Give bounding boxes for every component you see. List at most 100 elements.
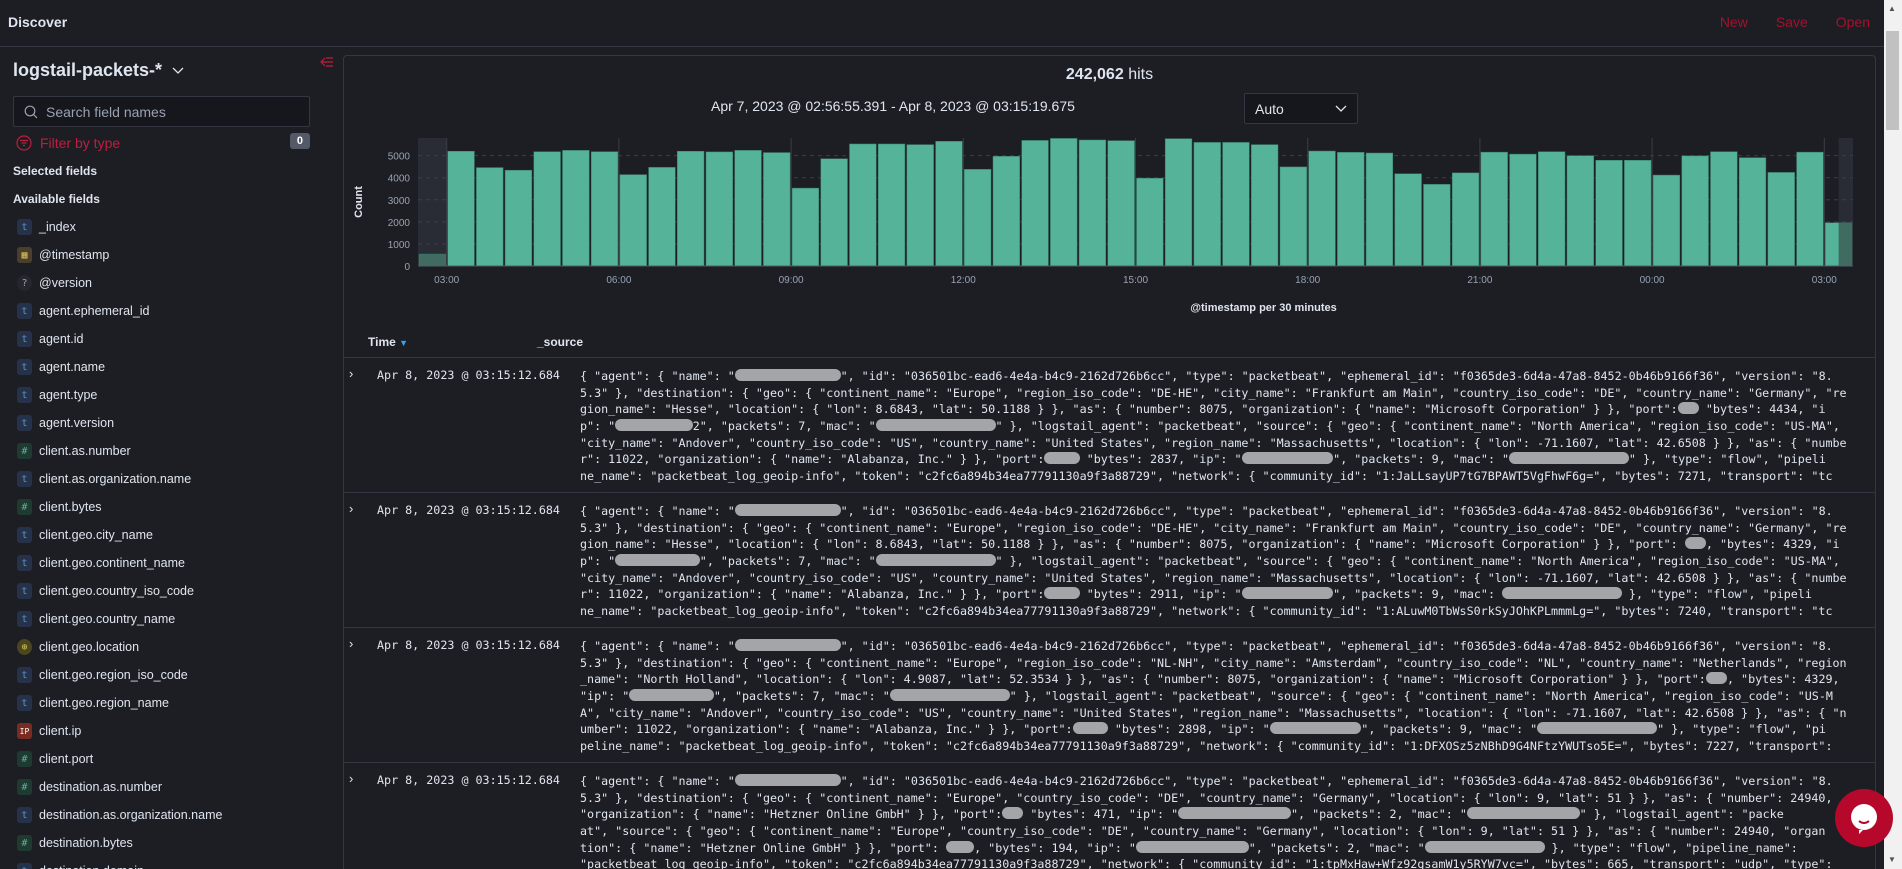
field-item[interactable]: t client.geo.continent_name (17, 549, 337, 577)
field-type-string-icon: t (17, 331, 32, 347)
histogram-bar (619, 174, 647, 267)
field-sidebar: logstail-packets-* Filter by type 0 Sele… (0, 48, 340, 869)
x-tick-label: 12:00 (951, 275, 976, 286)
redacted-value (1135, 840, 1249, 853)
field-type-number-icon: # (17, 443, 32, 459)
scroll-down-icon[interactable]: ▼ (1888, 855, 1896, 864)
field-name: agent.type (39, 388, 98, 402)
app-title: Discover (8, 14, 68, 30)
expand-row-icon[interactable]: › (349, 771, 353, 786)
column-time[interactable]: Time ▼ (368, 335, 408, 349)
search-icon (24, 105, 38, 118)
source-line: { "agent": { "name": " ", "id": "036501bc… (580, 504, 1833, 518)
field-type-string-icon: t (17, 695, 32, 711)
field-item[interactable]: t client.geo.country_name (17, 605, 337, 633)
table-header: Time ▼ _source (344, 335, 1875, 357)
redacted-value (1466, 807, 1580, 820)
field-name: agent.version (39, 416, 115, 430)
histogram-bar (877, 143, 906, 267)
available-fields-list: t _index ▦ @timestamp? @version t agent.epheme… (17, 213, 337, 869)
field-item[interactable]: t agent.id (17, 325, 337, 353)
expand-row-icon[interactable]: › (349, 366, 353, 381)
field-item[interactable]: t client.as.organization.name (17, 465, 337, 493)
field-item[interactable]: ⊕ client.geo.location (17, 633, 337, 661)
histogram-bar (820, 158, 848, 267)
top-actions: New Save Open (1720, 14, 1870, 30)
field-item[interactable]: t _index (17, 213, 337, 241)
field-item[interactable]: t agent.type (17, 381, 337, 409)
index-pattern-name: logstail-packets-* (13, 60, 163, 80)
source-line: peline_name": "packetbeat_log_geoip-info… (580, 739, 1833, 754)
expand-row-icon[interactable]: › (349, 501, 353, 516)
page-scrollbar[interactable]: ▲ ▼ (1884, 0, 1902, 869)
field-name: client.geo.region_iso_code (39, 668, 188, 682)
field-type-string-icon: t (17, 863, 32, 869)
redacted-value (1044, 452, 1080, 465)
histogram-bar (533, 151, 561, 267)
redacted-value (734, 369, 841, 381)
field-item[interactable]: t agent.ephemeral_id (17, 297, 337, 325)
field-item[interactable]: t client.geo.region_iso_code (17, 661, 337, 689)
x-tick-label: 00:00 (1640, 275, 1665, 286)
field-name: client.geo.region_name (39, 696, 169, 710)
index-pattern-selector[interactable]: logstail-packets-* (13, 60, 184, 81)
field-name: destination.as.number (39, 780, 162, 794)
field-item[interactable]: ? @version (17, 269, 337, 297)
field-name: agent.name (39, 360, 106, 374)
field-item[interactable]: t client.geo.city_name (17, 521, 337, 549)
field-item[interactable]: t client.geo.region_name (17, 689, 337, 717)
histogram-bar (504, 169, 533, 267)
search-field-names-input[interactable] (46, 103, 296, 120)
histogram-chart[interactable]: 0 1000 2000 3000 4000 5000 03:00 06:00 09:00 12:0… (344, 56, 1877, 331)
expand-row-icon[interactable]: › (349, 636, 353, 651)
field-item[interactable]: # client.port (17, 745, 337, 773)
scroll-up-icon[interactable]: ▲ (1888, 4, 1896, 13)
field-item[interactable]: ▦ @timestamp (17, 241, 337, 269)
histogram-bar (1078, 139, 1107, 267)
save-button[interactable]: Save (1776, 14, 1808, 30)
source-line: tion": { "name": "Hetzner Online GmbH" }… (580, 840, 1798, 855)
table-row: › Apr 8, 2023 @ 03:15:12.684 { "agent": { … (344, 357, 1875, 492)
discover-app: Discover New Save Open logstail-packets-… (0, 0, 1902, 869)
x-tick-label: 15:00 (1123, 275, 1148, 286)
histogram-bar (1365, 152, 1394, 267)
field-item[interactable]: t agent.name (17, 353, 337, 381)
field-name: client.geo.country_iso_code (39, 584, 194, 598)
source-line: ne_name": "packetbeat_log_geoip-info", "… (580, 604, 1833, 619)
redacted-value (1269, 722, 1362, 735)
histogram-bar (906, 144, 934, 267)
field-item[interactable]: IP client.ip (17, 717, 337, 745)
histogram-bar (1279, 166, 1307, 267)
field-item[interactable]: t destination.domain (17, 857, 337, 869)
x-axis-label: @timestamp per 30 minutes (1190, 302, 1336, 314)
field-type-string-icon: t (17, 471, 32, 487)
field-name: client.bytes (39, 500, 102, 514)
x-tick-label: 09:00 (779, 275, 804, 286)
chat-button[interactable] (1835, 789, 1893, 847)
redacted-value (1502, 587, 1622, 600)
field-type-string-icon: t (17, 583, 32, 599)
field-name: destination.as.organization.name (39, 808, 223, 822)
field-item[interactable]: t client.geo.country_iso_code (17, 577, 337, 605)
field-item[interactable]: # client.as.number (17, 437, 337, 465)
histogram-bar (1738, 157, 1767, 267)
scrollbar-thumb[interactable] (1886, 31, 1899, 130)
histogram-bar (964, 169, 992, 267)
redacted-value (889, 689, 1010, 702)
filter-by-type-button[interactable]: Filter by type 0 (16, 132, 310, 154)
open-button[interactable]: Open (1836, 14, 1870, 30)
field-item[interactable]: t agent.version (17, 409, 337, 437)
field-item[interactable]: # client.bytes (17, 493, 337, 521)
field-item[interactable]: # destination.bytes (17, 829, 337, 857)
table-row: › Apr 8, 2023 @ 03:15:12.684 { "agent": { … (344, 492, 1875, 627)
field-search[interactable] (13, 96, 310, 127)
row-source: { "agent": { "name": " ", "id": "036501bc… (580, 368, 1870, 485)
field-item[interactable]: # destination.as.number (17, 773, 337, 801)
new-button[interactable]: New (1720, 14, 1748, 30)
top-bar: Discover New Save Open (0, 0, 1884, 47)
sort-desc-icon[interactable]: ▼ (399, 338, 408, 348)
collapse-sidebar-icon[interactable] (320, 56, 334, 73)
row-source: { "agent": { "name": " ", "id": "036501bc… (580, 503, 1870, 620)
field-item[interactable]: t destination.as.organization.name (17, 801, 337, 829)
source-line: "city_name": "Andover", "country_iso_cod… (580, 570, 1847, 585)
